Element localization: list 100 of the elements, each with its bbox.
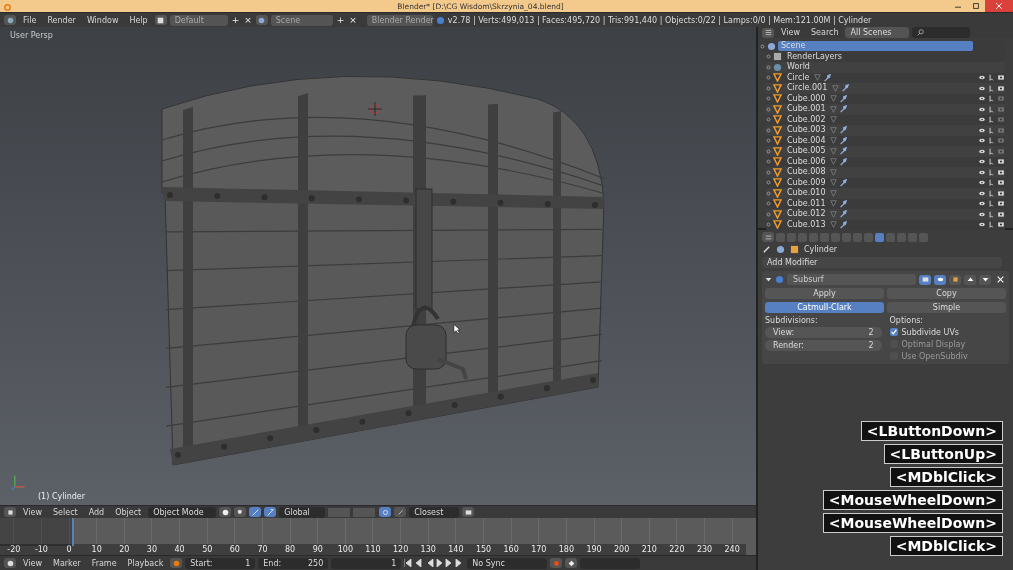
menu-item[interactable]: Marker bbox=[49, 558, 85, 568]
mode-dropdown[interactable]: Object Mode bbox=[148, 506, 217, 518]
menu-item[interactable]: View bbox=[19, 507, 46, 517]
layout-button[interactable] bbox=[154, 15, 167, 25]
outliner-row[interactable]: Circle.001 bbox=[766, 83, 1005, 94]
display-mode-dropdown[interactable]: All Scenes bbox=[845, 27, 910, 38]
editor-type-button[interactable] bbox=[4, 507, 16, 517]
menu-item[interactable]: View bbox=[777, 28, 804, 37]
translate-button[interactable] bbox=[264, 507, 277, 517]
render-preview-button[interactable] bbox=[462, 507, 475, 517]
outliner-row[interactable]: Cube.003 bbox=[766, 125, 1005, 136]
eye-icon bbox=[978, 179, 986, 187]
outliner-row[interactable]: Cube.002 bbox=[766, 114, 1005, 125]
scene-button[interactable] bbox=[255, 15, 268, 25]
keyframe-button[interactable] bbox=[565, 558, 578, 568]
apply-button[interactable]: Apply bbox=[765, 288, 884, 299]
subdivision-type-tab[interactable]: Simple bbox=[887, 302, 1006, 313]
scene-action-button[interactable]: + bbox=[335, 15, 346, 25]
orientation-dropdown[interactable]: Global bbox=[279, 506, 326, 518]
eye-icon bbox=[978, 200, 986, 208]
snap-target-dropdown[interactable]: Closest bbox=[409, 506, 460, 518]
editor-type-button[interactable] bbox=[762, 27, 774, 38]
snap-button[interactable] bbox=[394, 507, 407, 517]
move-down-button[interactable] bbox=[979, 274, 991, 285]
menu-item[interactable]: Frame bbox=[87, 558, 121, 568]
frame-number: 70 bbox=[248, 544, 277, 555]
current-frame-field[interactable]: 1 bbox=[331, 557, 402, 569]
scene-icon bbox=[776, 245, 785, 254]
outliner-row[interactable]: Cube.001 bbox=[766, 104, 1005, 115]
properties-tab[interactable] bbox=[875, 232, 884, 242]
collapse-icon bbox=[765, 276, 772, 283]
viewport-toggle[interactable] bbox=[934, 274, 946, 285]
check-icon bbox=[890, 329, 897, 335]
layout-action-button[interactable]: × bbox=[243, 15, 253, 25]
menu-item[interactable]: Help bbox=[125, 15, 152, 25]
checkbox-label: Subdivide UVs bbox=[901, 327, 960, 337]
search-field[interactable] bbox=[912, 27, 971, 38]
eye-icon bbox=[978, 116, 986, 124]
checkbox[interactable] bbox=[889, 328, 898, 336]
menu-item[interactable]: View bbox=[19, 558, 46, 568]
menu-item[interactable]: Render bbox=[43, 15, 80, 25]
list-icon bbox=[764, 233, 772, 241]
outliner-row[interactable]: Cube.009 bbox=[766, 177, 1005, 188]
search-icon bbox=[917, 29, 925, 36]
proportional-edit-button[interactable] bbox=[379, 507, 392, 517]
sync-dropdown[interactable]: No Sync bbox=[467, 557, 548, 569]
list-icon bbox=[764, 29, 772, 36]
outliner-row[interactable]: Cube.000 bbox=[766, 93, 1005, 104]
cube-icon bbox=[790, 245, 799, 254]
start-frame-field[interactable]: Start: 1 bbox=[185, 557, 256, 569]
frame-number: 10 bbox=[82, 544, 111, 555]
menu-item[interactable]: Window bbox=[82, 15, 123, 25]
render-layers-icon bbox=[773, 52, 782, 62]
menu-item[interactable]: File bbox=[19, 15, 41, 25]
menu-item[interactable]: Add bbox=[84, 507, 109, 517]
eye-icon bbox=[978, 126, 986, 134]
eye-icon bbox=[978, 105, 986, 113]
copy-button[interactable]: Copy bbox=[887, 288, 1006, 299]
outliner-row[interactable]: Cube.013 bbox=[766, 219, 1005, 230]
subdivision-type-tab[interactable]: Catmull-Clark bbox=[765, 302, 884, 313]
shading-button[interactable] bbox=[219, 507, 232, 517]
outliner-row[interactable]: Cube.006 bbox=[766, 156, 1005, 167]
outliner-row[interactable]: Cube.005 bbox=[766, 146, 1005, 157]
menu-item[interactable]: Playback bbox=[123, 558, 168, 568]
outliner-row[interactable]: Circle bbox=[766, 72, 1005, 83]
frame-number: 170 bbox=[524, 544, 553, 555]
mesh-data-icon bbox=[814, 74, 822, 82]
layout-action-button[interactable]: + bbox=[230, 15, 241, 25]
scene-action-button[interactable]: × bbox=[348, 15, 358, 25]
frame-number: 230 bbox=[690, 544, 719, 555]
outliner-row[interactable]: Cube.004 bbox=[766, 135, 1005, 146]
manipulator-button[interactable] bbox=[249, 507, 262, 517]
frame-number: 60 bbox=[221, 544, 249, 555]
modifier-name-field[interactable]: Subsurf bbox=[787, 274, 916, 285]
frame-number: -10 bbox=[27, 544, 56, 555]
outliner-row[interactable]: Cube.008 bbox=[766, 167, 1005, 178]
move-up-button[interactable] bbox=[964, 274, 976, 285]
frame-number: 110 bbox=[359, 544, 387, 555]
playhead[interactable] bbox=[71, 518, 74, 546]
menu-item[interactable]: Search bbox=[807, 28, 843, 37]
triangle-down-icon bbox=[981, 276, 989, 283]
screen-layout-icon bbox=[157, 16, 165, 24]
add-modifier-dropdown[interactable]: Add Modifier bbox=[762, 257, 1002, 268]
subdivision-level-field[interactable]: Render: 2 bbox=[765, 340, 882, 351]
view-label: User Persp bbox=[10, 31, 53, 40]
checkbox-label: Optimal Display bbox=[901, 339, 966, 349]
close-button[interactable] bbox=[985, 0, 1013, 12]
frame-number: 220 bbox=[663, 544, 691, 555]
outliner-row[interactable]: Cube.012 bbox=[766, 209, 1005, 220]
outliner-row[interactable]: Cube.011 bbox=[766, 198, 1005, 209]
menu-item[interactable]: Object bbox=[111, 507, 146, 517]
end-frame-field[interactable]: End: 250 bbox=[258, 557, 329, 569]
outliner-row[interactable]: Cube.010 bbox=[766, 188, 1005, 199]
edit-mode-toggle[interactable] bbox=[949, 274, 961, 285]
outliner-row[interactable]: World bbox=[766, 62, 1005, 73]
menu-item[interactable]: Select bbox=[49, 507, 82, 517]
frame-number: 0 bbox=[55, 544, 83, 555]
pivot-button[interactable] bbox=[234, 507, 247, 517]
subdivision-level-field[interactable]: View: 2 bbox=[765, 327, 882, 338]
preview-range-button[interactable] bbox=[170, 558, 183, 568]
